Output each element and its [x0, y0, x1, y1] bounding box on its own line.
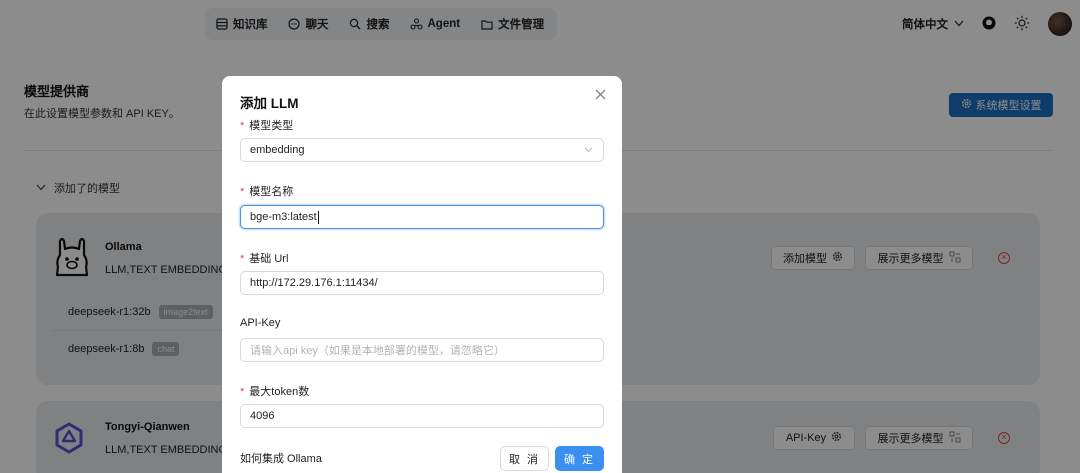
model-name-value: bge-m3:latest [250, 211, 317, 223]
api-key-label: API-Key [240, 317, 281, 329]
text-caret [317, 210, 319, 224]
model-type-select[interactable]: embedding [240, 138, 604, 162]
chevron-down-icon [584, 145, 593, 155]
dialog-title: 添加 LLM [240, 96, 299, 111]
model-name-field[interactable]: bge-m3:latest [240, 205, 604, 229]
model-type-value: embedding [250, 144, 305, 156]
close-icon[interactable] [592, 88, 608, 104]
confirm-button[interactable]: 确 定 [555, 446, 604, 471]
cancel-button[interactable]: 取 消 [500, 446, 549, 471]
max-tokens-label: * 最大token数 [240, 386, 310, 398]
model-type-label: * 模型类型 [240, 120, 294, 132]
max-tokens-value: 4096 [250, 410, 275, 422]
model-name-label: * 模型名称 [240, 186, 294, 198]
max-tokens-field[interactable]: 4096 [240, 404, 604, 428]
ollama-integration-link[interactable]: 如何集成 Ollama [240, 450, 322, 466]
api-key-placeholder: 请输入api key（如果是本地部署的模型，请忽略它） [250, 345, 505, 357]
base-url-label: * 基础 Url [240, 253, 289, 265]
add-llm-dialog: 添加 LLM * 模型类型 embedding * 模型名称 bge-m3:late… [222, 76, 622, 473]
base-url-value: http://172.29.176.1:11434/ [250, 277, 378, 289]
base-url-field[interactable]: http://172.29.176.1:11434/ [240, 271, 604, 295]
api-key-field[interactable]: 请输入api key（如果是本地部署的模型，请忽略它） [240, 338, 604, 362]
